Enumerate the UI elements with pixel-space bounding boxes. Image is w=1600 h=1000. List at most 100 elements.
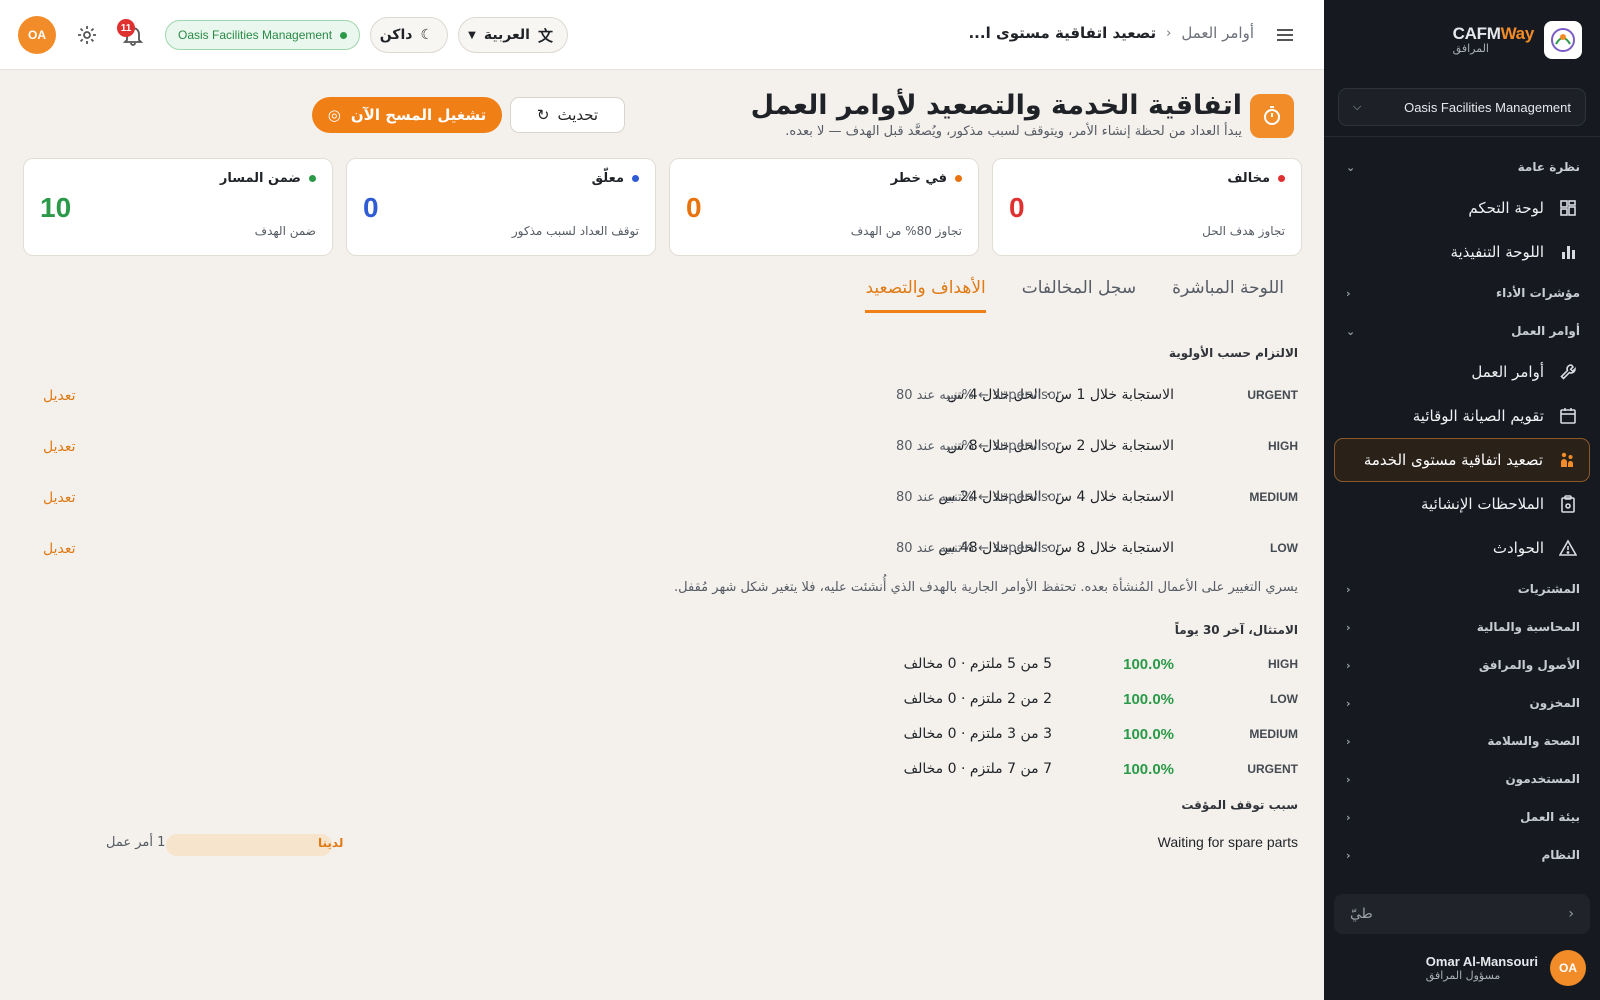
status-dot: [309, 175, 316, 182]
nav-group-work-environment[interactable]: بيئة العمل ‹: [1324, 798, 1600, 836]
sidebar-nav: نظرة عامة ⌄ لوحة التحكم اللوحة التنفيذية …: [1324, 148, 1600, 874]
grid-icon: [1558, 198, 1578, 218]
nav-group-overview[interactable]: نظرة عامة ⌄: [1324, 148, 1600, 186]
brand-name: CAFMWay: [1452, 24, 1535, 44]
language-select[interactable]: 文 العربية ▼: [458, 17, 568, 53]
gear-icon[interactable]: [76, 24, 98, 46]
edit-link[interactable]: تعديل: [43, 490, 76, 506]
edit-link[interactable]: تعديل: [43, 439, 76, 455]
target-row: MEDIUM الاستجابة خلال 4 س · الحل خلال 24…: [28, 488, 1298, 512]
sidebar-item-label: الحوادث: [1492, 539, 1544, 557]
compliance-detail: 3 من 3 ملتزم · 0 مخالف: [903, 726, 1052, 742]
avatar[interactable]: OA: [18, 16, 56, 54]
tab-live-board[interactable]: اللوحة المباشرة: [1172, 278, 1284, 313]
breadcrumb-current: تصعيد اتفاقية مستوى ا...: [968, 24, 1157, 42]
theme-toggle[interactable]: ☾ داكن: [370, 17, 448, 53]
sidebar-item-sla-escalation[interactable]: تصعيد اتفاقية مستوى الخدمة: [1334, 438, 1590, 482]
organization-select[interactable]: Oasis Facilities Management ⌵: [1338, 88, 1586, 126]
priority-label: MEDIUM: [1249, 727, 1298, 741]
status-dot: [955, 175, 962, 182]
chevron-left-icon: ‹: [1568, 906, 1574, 922]
card-at-risk[interactable]: في خطر 0 تجاوز 80% من الهدف: [669, 158, 979, 256]
compliance-row: HIGH 100.0% 5 من 5 ملتزم · 0 مخالف: [798, 655, 1298, 679]
nav-group-work-orders[interactable]: أوامر العمل ⌄: [1324, 312, 1600, 350]
nav-group-finance[interactable]: المحاسبة والمالية ‹: [1324, 608, 1600, 646]
brand-logo-icon: [1544, 21, 1582, 59]
chevron-left-icon: ‹: [1166, 25, 1172, 41]
avatar: OA: [1550, 950, 1586, 986]
status-dot: [340, 31, 348, 39]
run-scan-button[interactable]: تشغيل المسح الآن ◎: [312, 97, 502, 133]
tabs: اللوحة المباشرة سجل المخالفات الأهداف وا…: [865, 278, 1284, 313]
chevron-left-icon: ‹: [1346, 696, 1351, 710]
compliance-percent: 100.0%: [1123, 726, 1174, 743]
sidebar-item-executive[interactable]: اللوحة التنفيذية: [1334, 230, 1590, 274]
nav-group-procurement[interactable]: المشتريات ‹: [1324, 570, 1600, 608]
priority-label: LOW: [1270, 692, 1298, 706]
notification-count-badge: 11: [117, 19, 135, 37]
card-description: تجاوز هدف الحل: [1202, 224, 1285, 238]
breadcrumb: أوامر العمل ‹ تصعيد اتفاقية مستوى ا...: [968, 24, 1254, 42]
card-label: معلّق: [591, 171, 624, 186]
tab-breach-log[interactable]: سجل المخالفات: [1022, 278, 1136, 313]
pause-cause-count: 1 أمر عمل: [106, 835, 166, 850]
card-paused[interactable]: معلّق 0 توقف العداد لسبب مذكور: [346, 158, 656, 256]
clipboard-icon: [1558, 494, 1578, 514]
sidebar-item-label: الملاحظات الإنشائية: [1421, 495, 1544, 513]
theme-label: داكن: [379, 27, 413, 43]
user-profile[interactable]: OA Omar Al-Mansouri مسؤول المرافق: [1426, 950, 1586, 986]
card-value: 0: [1009, 192, 1025, 223]
target-icon: ◎: [327, 106, 341, 124]
card-description: توقف العداد لسبب مذكور: [511, 224, 639, 238]
pause-cause-bar: [166, 834, 332, 856]
nav-group-system[interactable]: النظام ‹: [1324, 836, 1600, 874]
priority-label: HIGH: [1268, 657, 1298, 671]
chevron-left-icon: ‹: [1346, 772, 1351, 786]
nav-group-users[interactable]: المستخدمون ‹: [1324, 760, 1600, 798]
priority-label: URGENT: [1247, 762, 1298, 776]
chevron-left-icon: ‹: [1346, 286, 1351, 300]
sidebar-item-dashboard[interactable]: لوحة التحكم: [1334, 186, 1590, 230]
priority-label: LOW: [1270, 541, 1298, 555]
edit-link[interactable]: تعديل: [43, 541, 76, 557]
nav-group-hse[interactable]: الصحة والسلامة ‹: [1324, 722, 1600, 760]
sidebar-item-incidents[interactable]: الحوادث: [1334, 526, 1590, 570]
nav-group-kpi[interactable]: مؤشرات الأداء ‹: [1324, 274, 1600, 312]
sidebar-item-pm-calendar[interactable]: تقويم الصيانة الوقائية: [1334, 394, 1590, 438]
tab-targets-escalation[interactable]: الأهداف والتصعيد: [865, 278, 986, 313]
card-breached[interactable]: مخالف 0 تجاوز هدف الحل: [992, 158, 1302, 256]
card-label: ضمن المسار: [219, 171, 301, 186]
sidebar-item-label: أوامر العمل: [1471, 363, 1544, 381]
user-name: Omar Al-Mansouri: [1425, 954, 1538, 969]
edit-link[interactable]: تعديل: [43, 388, 76, 404]
alert-rule: تنبيه عند 80% ← supervisor: [896, 388, 1062, 403]
alert-rule: تنبيه عند 80% ← supervisor: [896, 439, 1062, 454]
nav-group-inventory[interactable]: المخزون ‹: [1324, 684, 1600, 722]
card-description: ضمن الهدف: [254, 224, 316, 238]
nav-group-assets[interactable]: الأصول والمرافق ‹: [1324, 646, 1600, 684]
card-description: تجاوز 80% من الهدف: [850, 224, 962, 238]
priority-label: URGENT: [1247, 388, 1298, 402]
refresh-button[interactable]: تحديث ↻: [510, 97, 625, 133]
sidebar-collapse-button[interactable]: ‹ طيّ: [1334, 894, 1590, 934]
sidebar-item-work-orders[interactable]: أوامر العمل: [1334, 350, 1590, 394]
organization-badge-label: Oasis Facilities Management: [178, 28, 333, 42]
breadcrumb-parent[interactable]: أوامر العمل: [1181, 24, 1254, 42]
sidebar-item-structural-notes[interactable]: الملاحظات الإنشائية: [1334, 482, 1590, 526]
wrench-icon: [1558, 362, 1578, 382]
compliance-row: URGENT 100.0% 7 من 7 ملتزم · 0 مخالف: [798, 760, 1298, 784]
compliance-detail: 5 من 5 ملتزم · 0 مخالف: [903, 656, 1052, 672]
warning-icon: [1558, 538, 1578, 558]
compliance-percent: 100.0%: [1123, 761, 1174, 778]
organization-select-value: Oasis Facilities Management: [1404, 99, 1571, 115]
sidebar-collapse-label: طيّ: [1350, 906, 1373, 922]
status-cards: مخالف 0 تجاوز هدف الحل في خطر 0 تجاوز 80…: [22, 158, 1302, 258]
menu-icon[interactable]: [1274, 24, 1296, 46]
pause-cause-tag: لدينا: [318, 836, 344, 850]
card-on-track[interactable]: ضمن المسار 10 ضمن الهدف: [23, 158, 333, 256]
status-dot: [632, 175, 639, 182]
target-row: HIGH الاستجابة خلال 2 س · الحل خلال 8 س …: [28, 437, 1298, 461]
card-value: 10: [40, 192, 72, 223]
chevron-down-icon: ⌵: [1353, 100, 1362, 113]
brand[interactable]: CAFMWay المرافق: [1453, 20, 1582, 60]
